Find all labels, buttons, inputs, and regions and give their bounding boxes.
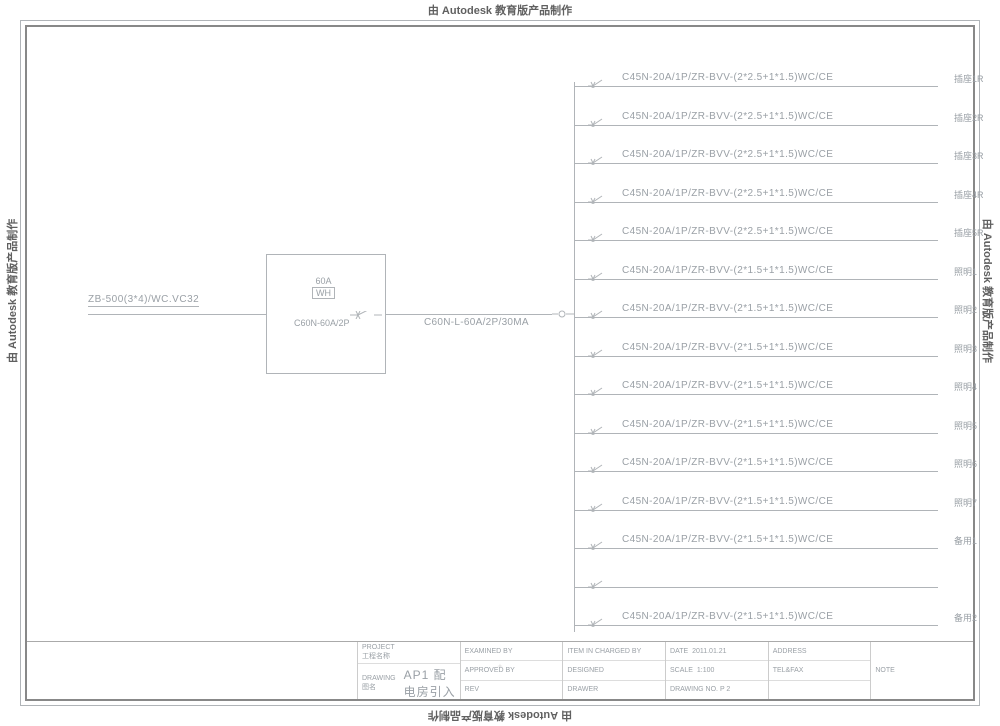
examined-label: EXAMINED BY (461, 642, 563, 661)
circuit-spec: C45N-20A/1P/ZR-BVV-(2*2.5+1*1.5)WC/CE (622, 111, 833, 122)
circuit-spec: C45N-20A/1P/ZR-BVV-(2*1.5+1*1.5)WC/CE (622, 380, 833, 391)
watermark-right: 由 Autodesk 教育版产品制作 (980, 219, 996, 363)
circuit-line (574, 125, 938, 126)
circuit-spec: C45N-20A/1P/ZR-BVV-(2*1.5+1*1.5)WC/CE (622, 342, 833, 353)
circuit-spec: C45N-20A/1P/ZR-BVV-(2*1.5+1*1.5)WC/CE (622, 534, 833, 545)
breaker-switch-icon (588, 386, 606, 396)
watermark-top: 由 Autodesk 教育版产品制作 (0, 2, 1000, 18)
circuit-line (574, 202, 938, 203)
breaker-switch-icon (588, 155, 606, 165)
circuit-spec: C45N-20A/1P/ZR-BVV-(2*1.5+1*1.5)WC/CE (622, 265, 833, 276)
incoming-cable-label: ZB-500(3*4)/WC.VC32 (88, 294, 199, 307)
panel-rating: 60A WH (312, 276, 335, 299)
circuit-spec: C45N-20A/1P/ZR-BVV-(2*2.5+1*1.5)WC/CE (622, 72, 833, 83)
breaker-switch-icon (588, 271, 606, 281)
date-label: DATE (670, 648, 688, 655)
designed-label: DESIGNED (563, 661, 665, 680)
circuit-line (574, 317, 938, 318)
circuit-tag: 照明4 (954, 380, 977, 393)
rcd-switch-icon (552, 308, 574, 320)
drawingno-label: DRAWING NO. (670, 686, 718, 693)
breaker-switch-icon (350, 311, 382, 319)
schematic-area: ZB-500(3*4)/WC.VC32 60A WH C60N-60A/2P C… (40, 40, 960, 621)
breaker-switch-icon (588, 579, 606, 589)
circuit-line (574, 240, 938, 241)
circuit-line (574, 433, 938, 434)
circuit-spec: C45N-20A/1P/ZR-BVV-(2*1.5+1*1.5)WC/CE (622, 496, 833, 507)
circuit-line (574, 394, 938, 395)
mid-line (386, 314, 552, 315)
watermark-left: 由 Autodesk 教育版产品制作 (4, 219, 20, 363)
circuit-tag: 照明2 (954, 303, 977, 316)
circuit-line (574, 587, 938, 588)
meter-wh-icon: WH (312, 287, 335, 299)
circuit-line (574, 279, 938, 280)
drawing-label: DRAWING (362, 675, 396, 682)
scale-label: SCALE (670, 667, 693, 674)
date-value: 2011.01.21 (692, 648, 727, 655)
project-label: PROJECT (362, 644, 395, 651)
circuit-line (574, 356, 938, 357)
bus-vertical (574, 82, 575, 632)
circuit-tag: 备用2 (954, 611, 977, 624)
circuit-tag: 插座5R (954, 226, 984, 239)
circuit-tag: 照明7 (954, 496, 977, 509)
circuit-line (574, 625, 938, 626)
drawing-name: AP1 配电房引入 (396, 666, 456, 700)
breaker-switch-icon (588, 425, 606, 435)
circuit-line (574, 510, 938, 511)
circuit-spec: C45N-20A/1P/ZR-BVV-(2*2.5+1*1.5)WC/CE (622, 226, 833, 237)
circuit-tag: 备用1 (954, 534, 977, 547)
circuit-tag: 插座4R (954, 188, 984, 201)
breaker-switch-icon (588, 78, 606, 88)
breaker-switch-icon (588, 463, 606, 473)
drawing-label-cn: 图名 (362, 682, 396, 692)
note-label: NOTE (871, 642, 973, 699)
circuit-spec: C45N-20A/1P/ZR-BVV-(2*1.5+1*1.5)WC/CE (622, 457, 833, 468)
main-breaker-label: C60N-60A/2P (294, 318, 350, 328)
circuit-spec: C45N-20A/1P/ZR-BVV-(2*2.5+1*1.5)WC/CE (622, 188, 833, 199)
project-label-cn: 工程名称 (362, 651, 395, 661)
circuit-spec: C45N-20A/1P/ZR-BVV-(2*1.5+1*1.5)WC/CE (622, 419, 833, 430)
circuit-tag: 照明1 (954, 265, 977, 278)
breaker-switch-icon (588, 348, 606, 358)
circuit-line (574, 471, 938, 472)
circuit-tag: 照明3 (954, 342, 977, 355)
rcd-label: C60N-L-60A/2P/30MA (424, 317, 529, 328)
rev-label: REV (461, 681, 563, 699)
approved-label: APPROVED BY (461, 661, 563, 680)
drawingno-value: P 2 (720, 686, 730, 693)
breaker-switch-icon (588, 232, 606, 242)
circuit-tag: 照明5 (954, 419, 977, 432)
breaker-switch-icon (588, 117, 606, 127)
breaker-switch-icon (588, 617, 606, 627)
circuit-tag: 照明6 (954, 457, 977, 470)
scale-value: 1:100 (697, 667, 715, 674)
telfax-label: TEL&FAX (769, 661, 871, 680)
title-block: PROJECT 工程名称 DRAWING 图名 AP1 配电房引入 EXAMIN… (27, 641, 973, 699)
circuit-tag: 插座3R (954, 149, 984, 162)
breaker-switch-icon (588, 194, 606, 204)
circuit-spec: C45N-20A/1P/ZR-BVV-(2*1.5+1*1.5)WC/CE (622, 303, 833, 314)
breaker-switch-icon (588, 502, 606, 512)
breaker-switch-icon (588, 309, 606, 319)
breaker-switch-icon (588, 540, 606, 550)
circuit-spec: C45N-20A/1P/ZR-BVV-(2*2.5+1*1.5)WC/CE (622, 149, 833, 160)
circuit-line (574, 86, 938, 87)
incoming-line (88, 314, 266, 315)
panel-amp-label: 60A (312, 276, 335, 286)
circuit-tag: 插座2R (954, 111, 984, 124)
circuit-line (574, 163, 938, 164)
item-label: ITEM IN CHARGED BY (563, 642, 665, 661)
drawer-label: DRAWER (563, 681, 665, 699)
address-label: ADDRESS (769, 642, 871, 661)
circuit-tag: 插座1R (954, 72, 984, 85)
watermark-bottom: 由 Autodesk 教育版产品制作 (0, 708, 1000, 724)
circuit-spec: C45N-20A/1P/ZR-BVV-(2*1.5+1*1.5)WC/CE (622, 611, 833, 622)
circuit-line (574, 548, 938, 549)
